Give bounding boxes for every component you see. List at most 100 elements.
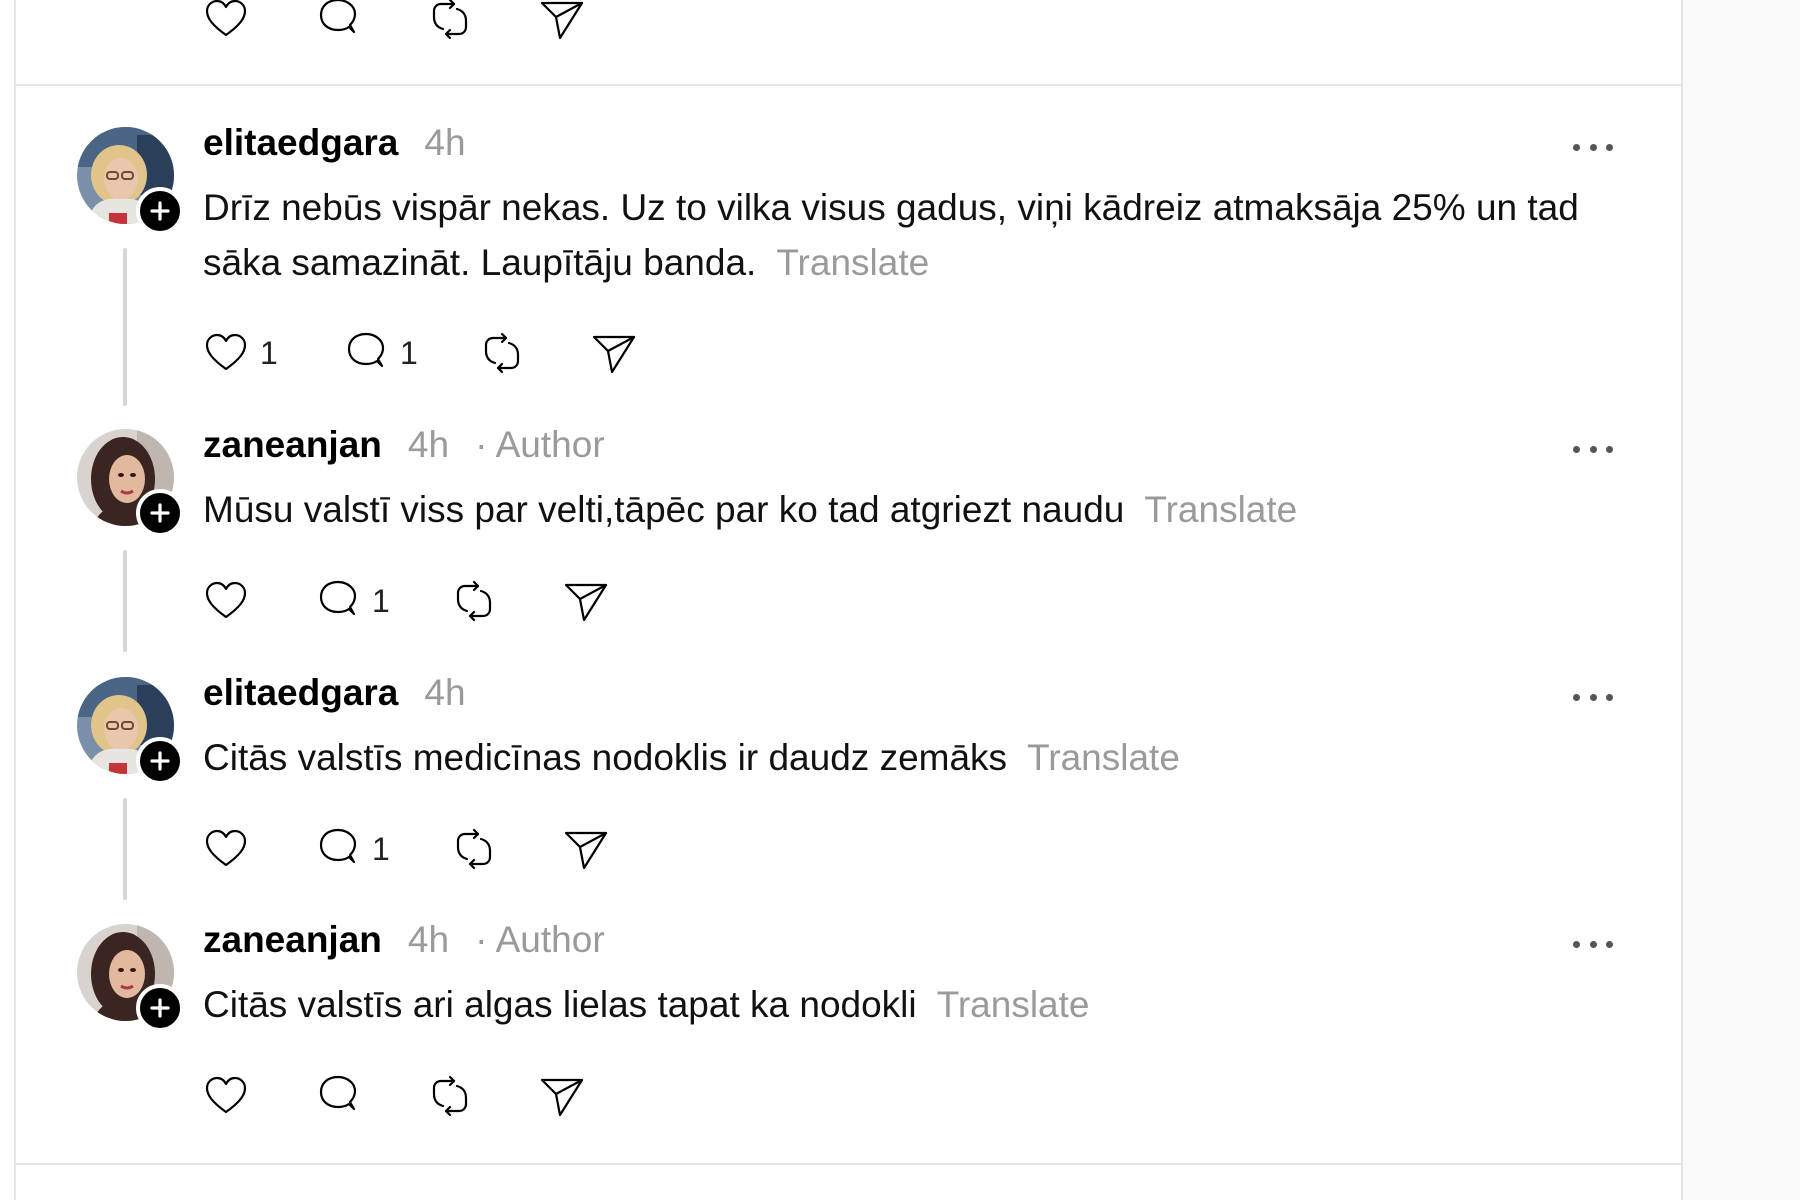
like-button[interactable] — [202, 576, 314, 626]
share-button[interactable] — [562, 824, 610, 874]
right-gutter — [1683, 0, 1800, 1200]
send-icon — [564, 831, 608, 870]
timestamp[interactable]: 4h — [424, 122, 465, 164]
repost-button[interactable] — [450, 576, 562, 626]
share-button[interactable] — [538, 0, 586, 44]
share-button[interactable] — [590, 328, 638, 378]
avatar-button[interactable] — [77, 429, 184, 537]
avatar-button[interactable] — [77, 127, 184, 235]
share-button[interactable] — [538, 1071, 586, 1121]
follow-plus-button[interactable] — [136, 737, 184, 785]
translate-link[interactable]: Translate — [937, 984, 1090, 1025]
repost-icon — [432, 1075, 468, 1117]
dot-icon — [1573, 445, 1580, 453]
heart-icon — [205, 581, 247, 619]
post-action-bar: 1 — [202, 576, 610, 626]
reply-button[interactable] — [314, 1071, 426, 1121]
like-button[interactable] — [202, 0, 314, 44]
heart-icon — [205, 333, 247, 371]
heart-icon — [205, 1076, 247, 1114]
like-button[interactable] — [202, 824, 314, 874]
reply-count: 1 — [372, 830, 390, 867]
dot-icon — [1606, 940, 1613, 948]
reply-bubble-icon — [319, 828, 357, 864]
dot-icon — [1589, 693, 1597, 701]
post-body: Citās valstīs medicīnas nodoklis ir daud… — [203, 737, 1008, 778]
reply-count: 1 — [400, 334, 418, 371]
more-options-button[interactable] — [1573, 439, 1613, 459]
thread-line — [123, 798, 127, 900]
username[interactable]: elitaedgara — [203, 122, 398, 164]
dot-icon — [1573, 143, 1580, 151]
more-options-button[interactable] — [1573, 137, 1613, 157]
dot-icon — [1589, 445, 1597, 453]
repost-button[interactable] — [450, 824, 562, 874]
username[interactable]: elitaedgara — [203, 672, 398, 714]
translate-link[interactable]: Translate — [776, 242, 929, 283]
previous-post-action-bar — [202, 0, 586, 44]
reply-button[interactable]: 1 — [314, 576, 450, 626]
repost-button[interactable] — [426, 0, 538, 44]
repost-button[interactable] — [478, 328, 590, 378]
author-badge: · Author — [475, 424, 605, 465]
repost-icon — [456, 580, 492, 622]
more-options-button[interactable] — [1573, 687, 1613, 707]
send-icon — [564, 583, 608, 622]
post-body: Citās valstīs ari algas lielas tapat ka … — [203, 984, 917, 1025]
author-badge: · Author — [475, 919, 605, 960]
username[interactable]: zaneanjan — [203, 424, 382, 466]
threads-feed-viewport: elitaedgara 4h Drīz nebūs vispār nekas. … — [0, 0, 1800, 1200]
send-icon — [592, 335, 636, 374]
timestamp[interactable]: 4h — [408, 919, 449, 961]
dot-icon — [1573, 693, 1580, 701]
post-body: Mūsu valstī viss par velti,tāpēc par ko … — [203, 489, 1125, 530]
post-header: zaneanjan 4h · Author — [203, 919, 605, 961]
reply-bubble-icon — [319, 0, 357, 34]
heart-icon — [205, 829, 247, 867]
timestamp[interactable]: 4h — [424, 672, 465, 714]
post-action-bar — [202, 1071, 586, 1121]
repost-button[interactable] — [426, 1071, 538, 1121]
plus-icon — [150, 751, 170, 771]
post-text: Citās valstīs ari algas lielas tapat ka … — [203, 977, 1623, 1032]
repost-icon — [432, 0, 468, 40]
avatar-button[interactable] — [77, 677, 184, 785]
reply-count: 1 — [372, 582, 390, 619]
dot-icon — [1606, 693, 1613, 701]
translate-link[interactable]: Translate — [1144, 489, 1297, 530]
heart-icon — [205, 0, 247, 37]
share-button[interactable] — [562, 576, 610, 626]
reply-button[interactable] — [314, 0, 426, 44]
reply-bubble-icon — [319, 580, 357, 616]
send-icon — [540, 1, 584, 40]
reply-button[interactable]: 1 — [314, 824, 450, 874]
like-button[interactable] — [202, 1071, 314, 1121]
translate-link[interactable]: Translate — [1027, 737, 1180, 778]
like-count: 1 — [260, 334, 278, 371]
dot-icon — [1589, 143, 1597, 151]
more-options-button[interactable] — [1573, 934, 1613, 954]
thread-line — [123, 248, 127, 406]
dot-icon — [1589, 940, 1597, 948]
repost-icon — [484, 332, 520, 374]
like-button[interactable]: 1 — [202, 328, 342, 378]
reply-button[interactable]: 1 — [342, 328, 478, 378]
follow-plus-button[interactable] — [136, 187, 184, 235]
send-icon — [540, 1078, 584, 1117]
post-action-bar: 1 — [202, 824, 610, 874]
follow-plus-button[interactable] — [136, 489, 184, 537]
timestamp[interactable]: 4h — [408, 424, 449, 466]
dot-icon — [1573, 940, 1580, 948]
post-divider — [14, 1163, 1683, 1165]
reply-bubble-icon — [347, 332, 385, 368]
avatar-button[interactable] — [77, 924, 184, 1032]
follow-plus-button[interactable] — [136, 984, 184, 1032]
reply-bubble-icon — [319, 1075, 357, 1111]
dot-icon — [1606, 143, 1613, 151]
dot-icon — [1606, 445, 1613, 453]
thread-line — [123, 550, 127, 652]
username[interactable]: zaneanjan — [203, 919, 382, 961]
post-text: Drīz nebūs vispār nekas. Uz to vilka vis… — [203, 180, 1623, 290]
plus-icon — [150, 503, 170, 523]
post-header: elitaedgara 4h — [203, 122, 466, 164]
